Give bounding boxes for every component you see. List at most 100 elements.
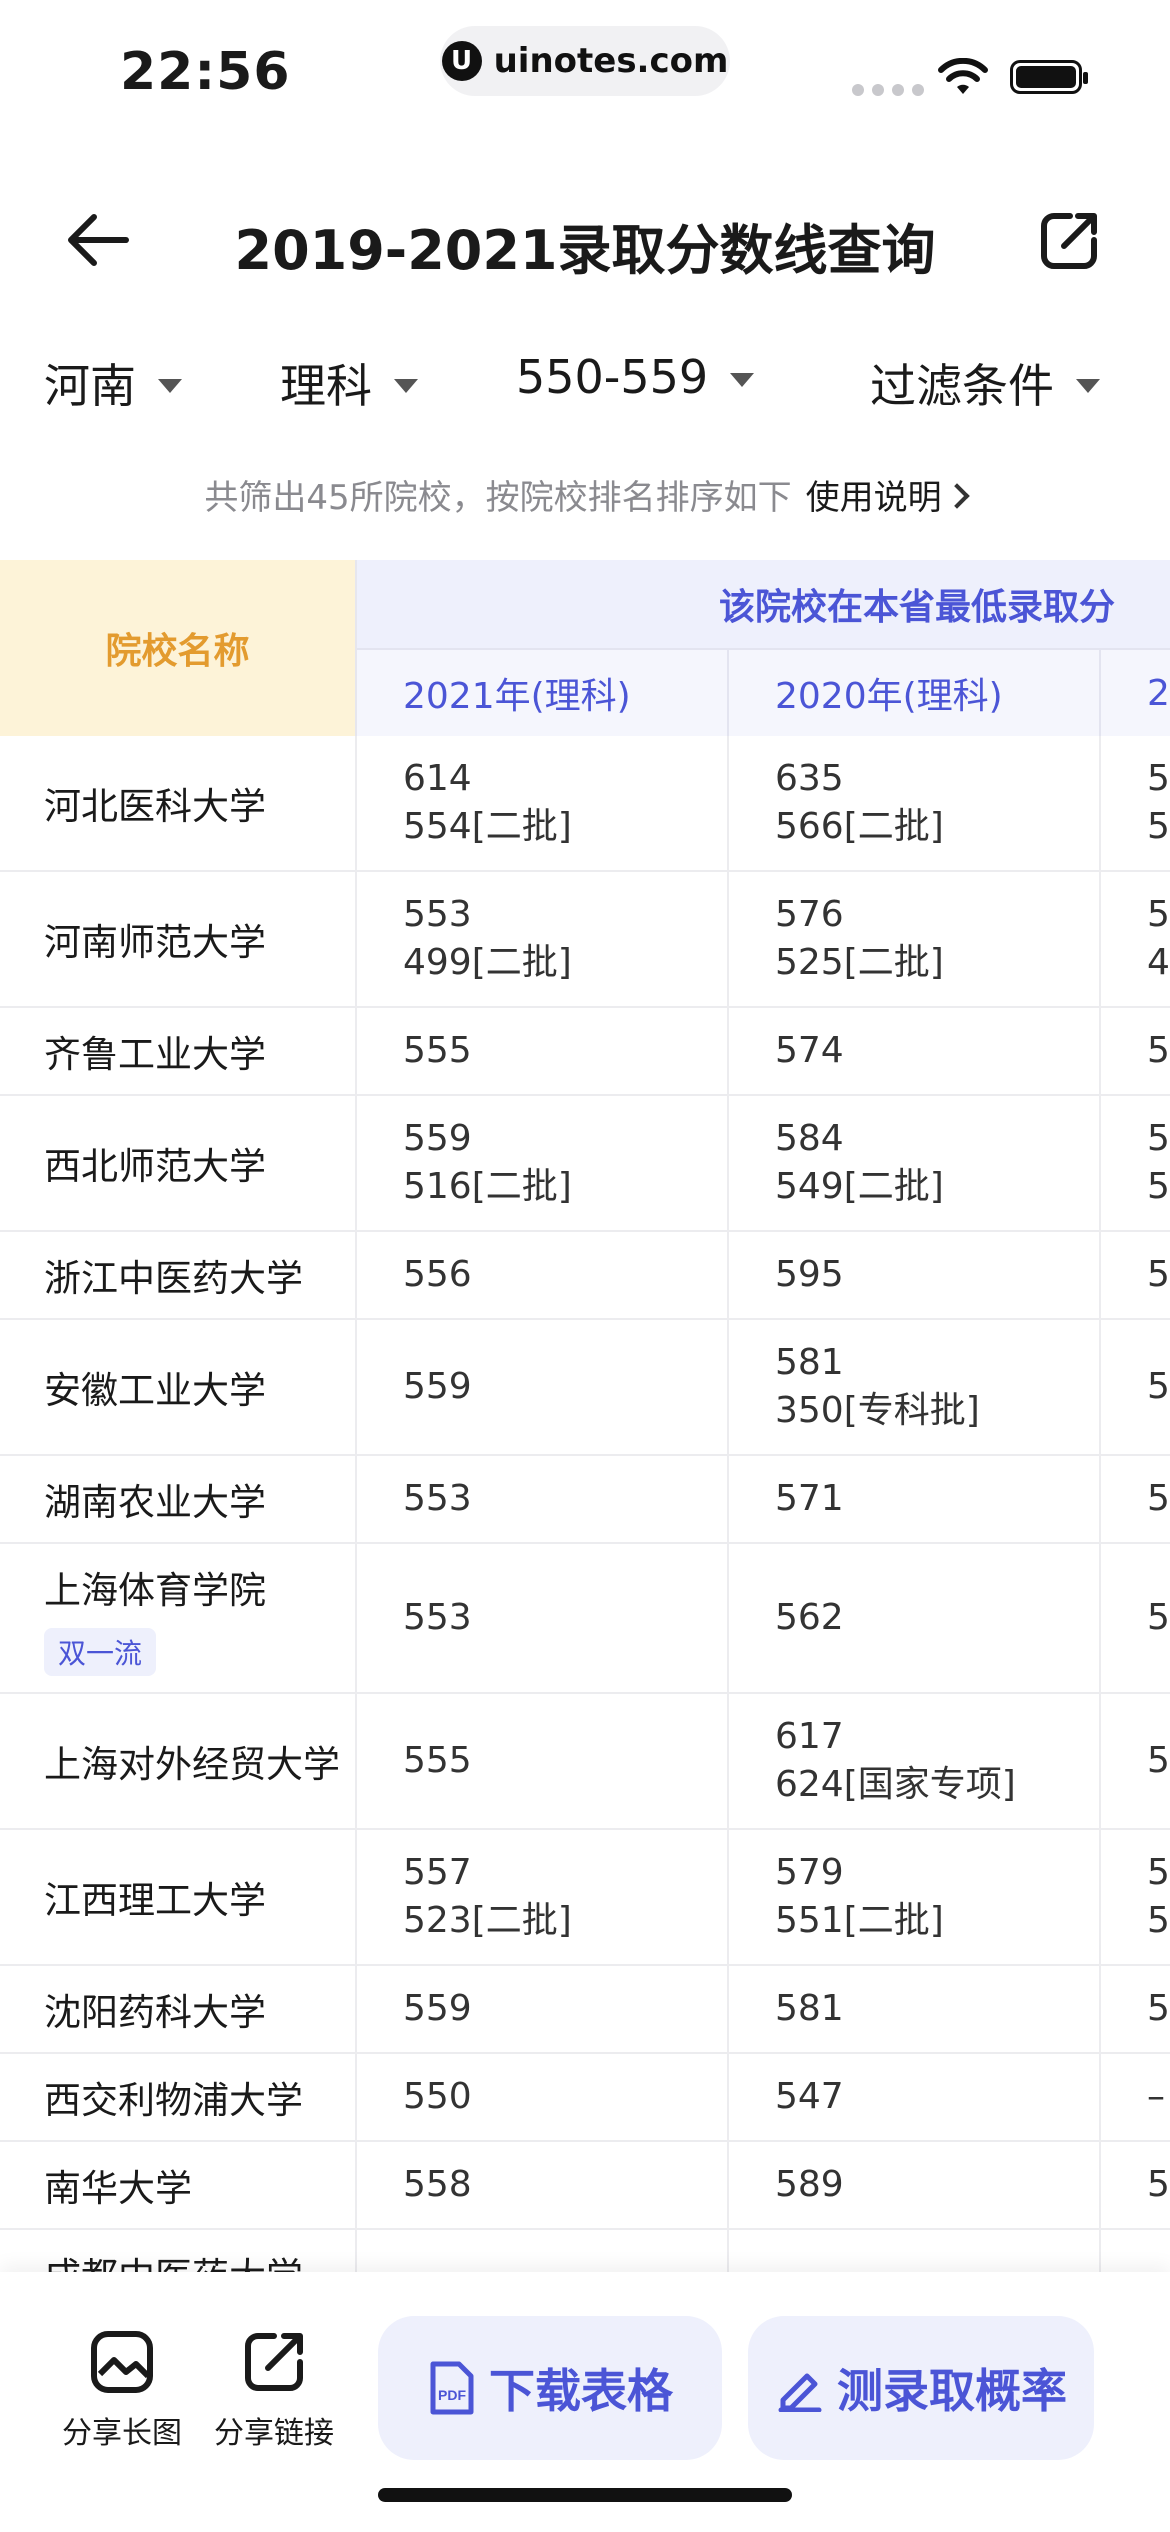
score-value: 571 xyxy=(775,1478,844,1519)
score-value: 549[二批] xyxy=(775,1166,944,1207)
college-name: 西北师范大学 xyxy=(44,1145,266,1188)
score-value: 5 xyxy=(1147,894,1170,935)
filter-conditions[interactable]: 过滤条件 xyxy=(870,350,1100,416)
college-name: 齐鲁工业大学 xyxy=(44,1033,266,1076)
score-value: 566[二批] xyxy=(775,806,944,847)
share-external-icon xyxy=(1041,213,1097,269)
score-2021-cell: 558 xyxy=(357,2142,729,2228)
admission-probability-label: 测录取概率 xyxy=(837,2364,1067,2418)
table-row[interactable]: 齐鲁工业大学 555 574 5 xyxy=(0,1008,1170,1096)
table-row[interactable]: 南华大学 558 589 5 xyxy=(0,2142,1170,2230)
image-icon xyxy=(91,2331,153,2393)
table-row[interactable]: 河南师范大学 553 499[二批] 576 525[二批] 5 4 xyxy=(0,872,1170,1008)
cellular-signal-icon xyxy=(852,84,924,96)
college-name-cell: 西北师范大学 xyxy=(0,1096,357,1230)
score-value: 559 xyxy=(403,1118,472,1159)
score-value: 562 xyxy=(775,1597,844,1638)
table-row[interactable]: 江西理工大学 557 523[二批] 579 551[二批] 5 5 xyxy=(0,1830,1170,1966)
pen-icon xyxy=(778,2373,822,2412)
score-2020-cell: 576 525[二批] xyxy=(729,872,1101,1006)
score-value: 556 xyxy=(403,1254,472,1295)
filter-conditions-label: 过滤条件 xyxy=(870,359,1054,413)
score-value: 584 xyxy=(775,1118,844,1159)
score-value: – xyxy=(1147,2076,1165,2117)
score-value: 624[国家专项] xyxy=(775,1764,1016,1805)
chevron-right-icon xyxy=(943,483,970,509)
page-header: 2019-2021录取分数线查询 xyxy=(0,170,1170,300)
table-row[interactable]: 西交利物浦大学 550 547 – xyxy=(0,2054,1170,2142)
college-name-cell: 南华大学 xyxy=(0,2142,357,2228)
table-row[interactable]: 湖南农业大学 553 571 5 xyxy=(0,1456,1170,1544)
summary-text: 共筛出45所院校，按院校排名排序如下 xyxy=(204,478,792,518)
score-value: 523[二批] xyxy=(403,1900,572,1941)
share-image-button[interactable]: 分享长图 xyxy=(52,2330,192,2452)
column-header-2020: 2020年(理科) xyxy=(729,648,1101,736)
score-2021-cell: 553 499[二批] xyxy=(357,872,729,1006)
score-2020-cell: 589 xyxy=(729,2142,1101,2228)
score-2019-cell: 55 xyxy=(1101,1096,1170,1230)
score-value: 595 xyxy=(775,1254,844,1295)
home-indicator xyxy=(378,2488,792,2502)
college-name-cell: 河北医科大学 xyxy=(0,736,357,870)
table-row[interactable]: 沈阳药科大学 559 581 5 xyxy=(0,1966,1170,2054)
url-pill[interactable]: U uinotes.com xyxy=(440,26,730,96)
score-2019-cell: 5 xyxy=(1101,1694,1170,1828)
college-name: 上海体育学院 xyxy=(44,1569,266,1612)
score-2021-cell: 555 xyxy=(357,1694,729,1828)
score-value: 5 xyxy=(1147,1852,1170,1893)
score-value: 559 xyxy=(403,1988,472,2029)
filter-score-range[interactable]: 550-559 xyxy=(516,350,755,404)
table-row[interactable]: 西北师范大学 559 516[二批] 584 549[二批] 5 5 xyxy=(0,1096,1170,1232)
score-value: 581 xyxy=(775,1988,844,2029)
score-2020-cell: 574 xyxy=(729,1008,1101,1094)
table-row[interactable]: 浙江中医药大学 556 595 5 xyxy=(0,1232,1170,1320)
help-link[interactable]: 使用说明 xyxy=(806,478,970,518)
score-value: 5 xyxy=(1147,758,1170,799)
share-external-icon xyxy=(245,2333,303,2391)
score-2020-cell: 562 xyxy=(729,1544,1101,1692)
filter-province-label: 河南 xyxy=(44,359,136,413)
share-button[interactable] xyxy=(1030,200,1110,280)
score-2019-cell: 54 xyxy=(1101,872,1170,1006)
url-text: uinotes.com xyxy=(493,41,729,81)
score-2020-cell: 584 549[二批] xyxy=(729,1096,1101,1230)
score-2020-cell: 581 350[专科批] xyxy=(729,1320,1101,1454)
score-table[interactable]: 院校名称 该院校在本省最低录取分 2021年(理科) 2020年(理科) 2 河… xyxy=(0,560,1170,2280)
caret-down-icon xyxy=(730,373,755,387)
table-row[interactable]: 河北医科大学 614 554[二批] 635 566[二批] 5 5 xyxy=(0,736,1170,872)
column-header-name: 院校名称 xyxy=(0,560,357,736)
score-value: 5 xyxy=(1147,1988,1170,2029)
score-value: 4 xyxy=(1147,942,1170,983)
score-value: 5 xyxy=(1147,1254,1170,1295)
score-2021-cell: 550 xyxy=(357,2054,729,2140)
college-name-cell: 上海对外经贸大学 xyxy=(0,1694,357,1828)
score-2021-cell: 553 xyxy=(357,1456,729,1542)
table-row[interactable]: 上海体育学院 双一流 553 562 5 xyxy=(0,1544,1170,1694)
college-name: 浙江中医药大学 xyxy=(44,1257,303,1300)
score-2019-cell: 5 xyxy=(1101,1232,1170,1318)
score-2021-cell: 555 xyxy=(357,1008,729,1094)
site-logo-icon: U xyxy=(441,41,482,81)
score-value: 5 xyxy=(1147,1030,1170,1071)
share-link-button[interactable]: 分享链接 xyxy=(204,2330,344,2452)
download-table-button[interactable]: PDF 下载表格 xyxy=(378,2316,722,2460)
score-value: 5 xyxy=(1147,2164,1170,2205)
filter-subject[interactable]: 理科 xyxy=(280,350,418,416)
college-name: 沈阳药科大学 xyxy=(44,1991,266,2034)
filter-score-label: 550-559 xyxy=(516,350,709,404)
table-row[interactable]: 上海对外经贸大学 555 617 624[国家专项] 5 xyxy=(0,1694,1170,1830)
score-value: 617 xyxy=(775,1716,844,1757)
score-2019-cell: 5 xyxy=(1101,1320,1170,1454)
status-bar: 22:56 U uinotes.com xyxy=(0,0,1170,120)
score-value: 555 xyxy=(403,1030,472,1071)
college-name-cell: 河南师范大学 xyxy=(0,872,357,1006)
score-2020-cell: 595 xyxy=(729,1232,1101,1318)
column-header-2021: 2021年(理科) xyxy=(357,648,729,736)
filter-province[interactable]: 河南 xyxy=(44,350,182,416)
score-value: 5 xyxy=(1147,1478,1170,1519)
score-2020-cell: 581 xyxy=(729,1966,1101,2052)
admission-probability-button[interactable]: 测录取概率 xyxy=(748,2316,1094,2460)
svg-text:PDF: PDF xyxy=(438,2387,466,2403)
score-value: 5 xyxy=(1147,1900,1170,1941)
table-row[interactable]: 安徽工业大学 559 581 350[专科批] 5 xyxy=(0,1320,1170,1456)
